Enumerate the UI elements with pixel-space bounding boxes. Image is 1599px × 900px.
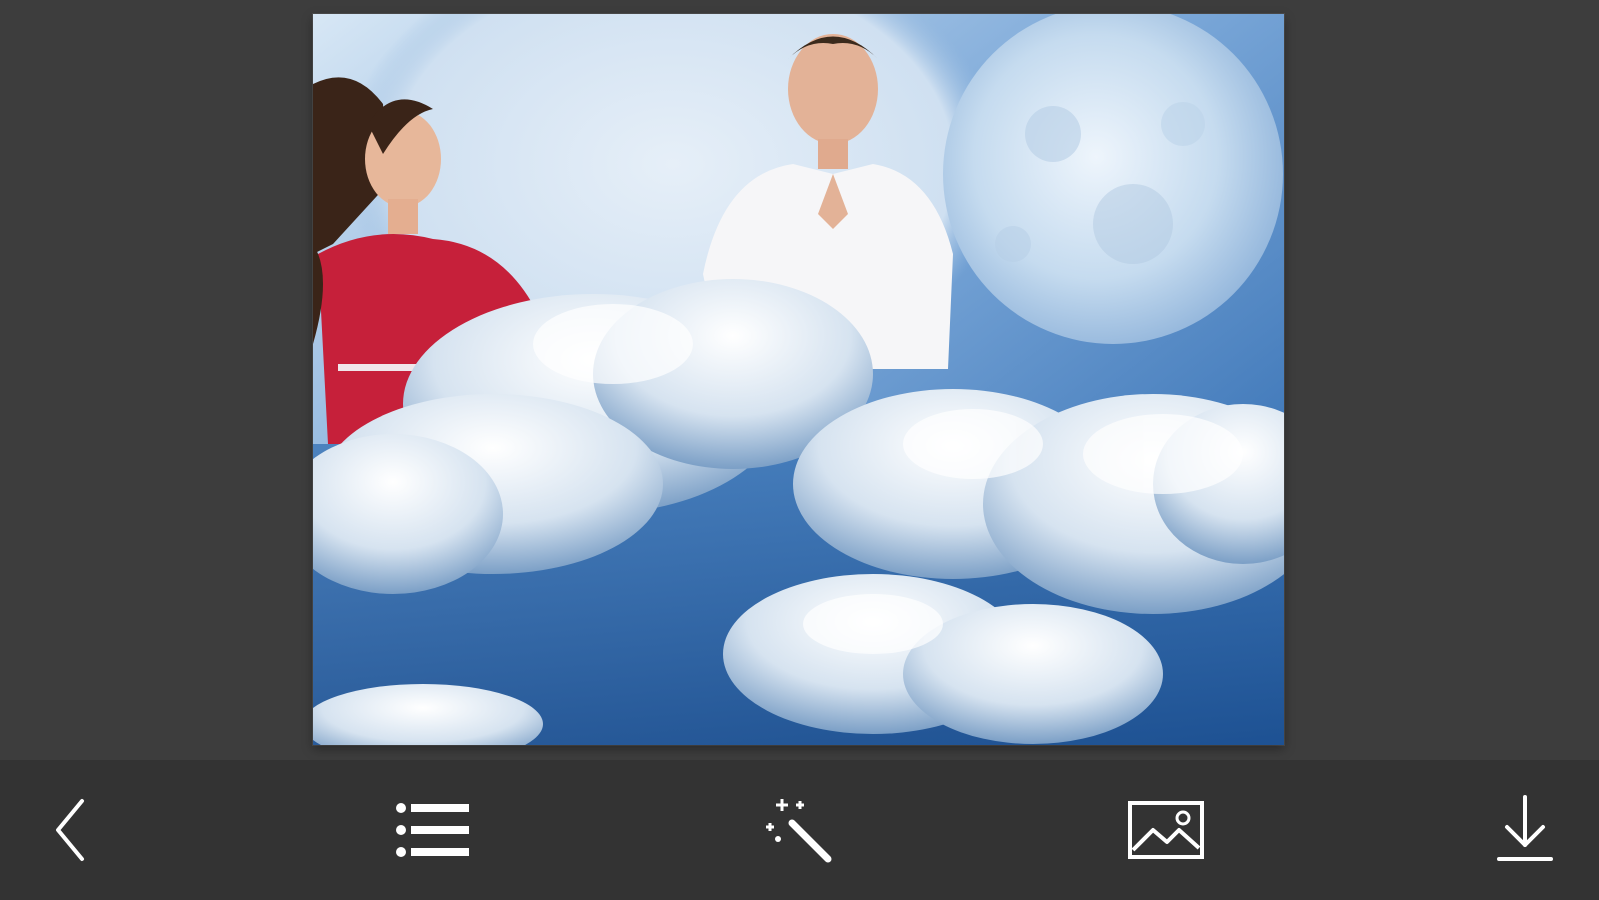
effects-button[interactable] bbox=[755, 790, 845, 870]
bottom-toolbar bbox=[0, 760, 1599, 900]
image-icon bbox=[1127, 800, 1205, 860]
photo-frame-image bbox=[313, 14, 1284, 745]
photo-frame-editor bbox=[0, 0, 1599, 900]
back-button[interactable] bbox=[27, 790, 117, 870]
frames-list-button[interactable] bbox=[388, 790, 478, 870]
save-button[interactable] bbox=[1480, 790, 1570, 870]
gallery-button[interactable] bbox=[1121, 790, 1211, 870]
magic-wand-icon bbox=[764, 795, 836, 865]
canvas-area bbox=[0, 0, 1599, 760]
photo-frame[interactable] bbox=[313, 14, 1284, 745]
chevron-left-icon bbox=[42, 795, 102, 865]
list-icon bbox=[395, 800, 471, 860]
download-icon bbox=[1495, 795, 1555, 865]
